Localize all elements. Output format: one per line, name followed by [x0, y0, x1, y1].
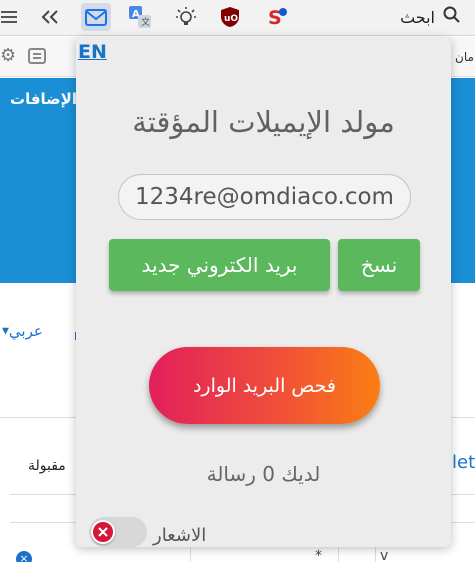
ublock-icon[interactable]: uO: [215, 3, 245, 31]
accepted-label: مقبولة: [28, 458, 66, 474]
browser-toolbar: A文 uO S ابحث: [0, 0, 475, 36]
s-extension-icon[interactable]: S: [262, 3, 292, 31]
bookmark-label[interactable]: امان: [455, 50, 475, 64]
copy-button[interactable]: نسخ: [338, 239, 420, 291]
translate-icon[interactable]: A文: [125, 3, 155, 31]
temp-email-popup: EN مولد الإيميلات المؤقتة بريد الكتروني …: [76, 37, 451, 547]
svg-text:文: 文: [141, 16, 150, 28]
search-label: ابحث: [400, 7, 435, 27]
lightbulb-icon[interactable]: [171, 3, 201, 31]
page-link[interactable]: let: [452, 452, 475, 473]
new-email-button[interactable]: بريد الكتروني جديد: [109, 239, 330, 291]
toggle-off-icon: [91, 520, 115, 544]
language-toggle-link[interactable]: EN: [78, 41, 107, 63]
tab-icon[interactable]: [28, 48, 46, 64]
double-chevron-icon[interactable]: [35, 3, 65, 31]
close-icon[interactable]: ×: [16, 551, 32, 562]
search-icon: [443, 6, 461, 28]
table-cell: v: [380, 548, 389, 562]
popup-title: مولد الإيميلات المؤقتة: [132, 105, 395, 139]
caret-down-icon: ▼: [2, 326, 9, 337]
notifications-toggle[interactable]: [89, 517, 147, 547]
hamburger-menu-icon[interactable]: [0, 3, 24, 31]
table-cell: *: [315, 548, 322, 562]
search-box[interactable]: ابحث: [393, 2, 475, 32]
language-selector[interactable]: ▼عربي: [2, 322, 43, 340]
email-field[interactable]: [118, 174, 411, 220]
mail-icon[interactable]: [81, 3, 111, 31]
notifications-label: الاشعار: [153, 525, 207, 546]
check-inbox-button[interactable]: فحص البريد الوارد: [149, 347, 380, 424]
svg-text:uO: uO: [224, 14, 238, 24]
gear-icon[interactable]: ⚙: [0, 45, 16, 66]
message-count: لديك 0 رسالة: [206, 462, 321, 486]
